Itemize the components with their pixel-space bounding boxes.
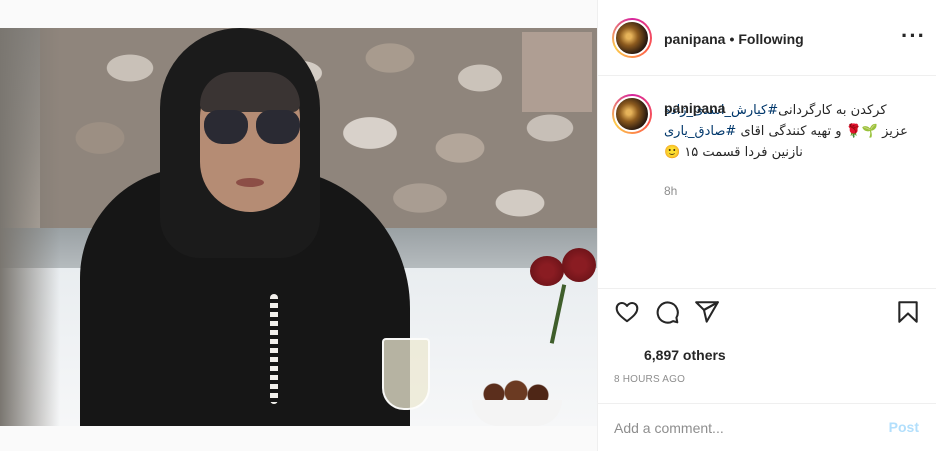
post-photo[interactable] [0,28,597,426]
avatar[interactable] [612,18,652,58]
caption-text-part: کرکدن به کارگردانی [778,103,887,118]
instagram-post-modal: panipana • Following ··· کرکدن به کارگردان… [0,0,936,451]
photo-rose [562,248,596,282]
ellipsis-icon[interactable]: ··· [901,25,925,48]
comment-input[interactable] [614,418,864,438]
username-link[interactable]: panipana [664,31,725,47]
heart-icon[interactable] [614,299,640,325]
avatar[interactable] [612,94,652,134]
photo-pearl-necklace [270,294,278,404]
post-side-panel: panipana • Following ··· کرکدن به کارگردان… [597,0,936,451]
post-header: panipana • Following ··· [598,0,936,76]
caption-relative-time[interactable]: 8h [664,184,677,198]
photo-blur-edge [0,28,60,426]
photo-wine-glass [382,338,430,410]
caption-text-part: عزیز 🌱🌹 و تهیه کنندگی اقای [736,124,908,139]
comment-icon[interactable] [654,299,680,325]
caption-username-link[interactable]: panipana [664,100,725,116]
photo-woman-hair [200,72,300,112]
photo-bowl [472,400,562,426]
photo-sunglasses [204,110,300,146]
photo-lips [236,178,264,187]
post-comment-button[interactable]: Post [889,419,919,435]
caption-text-part: نازنین فردا قسمت ۱۵ 🙂 [664,145,803,160]
post-caption: کرکدن به کارگردانی#کیارش_اسدی_زاده عزیز … [598,76,936,288]
likes-count[interactable]: 6,897 others [644,347,726,363]
comment-bar: Post [598,403,936,451]
following-button[interactable]: Following [738,31,803,47]
post-actions [598,288,936,334]
separator-dot: • [729,31,735,47]
paper-plane-icon[interactable] [694,299,720,325]
post-timestamp[interactable]: 8 HOURS AGO [614,374,685,385]
post-header-user: panipana • Following [664,31,804,47]
photo-rose [530,256,564,286]
hashtag-link[interactable]: #صادق_یاری [664,124,736,139]
photo-blurred-patch [522,32,592,112]
bookmark-icon[interactable] [895,299,921,325]
